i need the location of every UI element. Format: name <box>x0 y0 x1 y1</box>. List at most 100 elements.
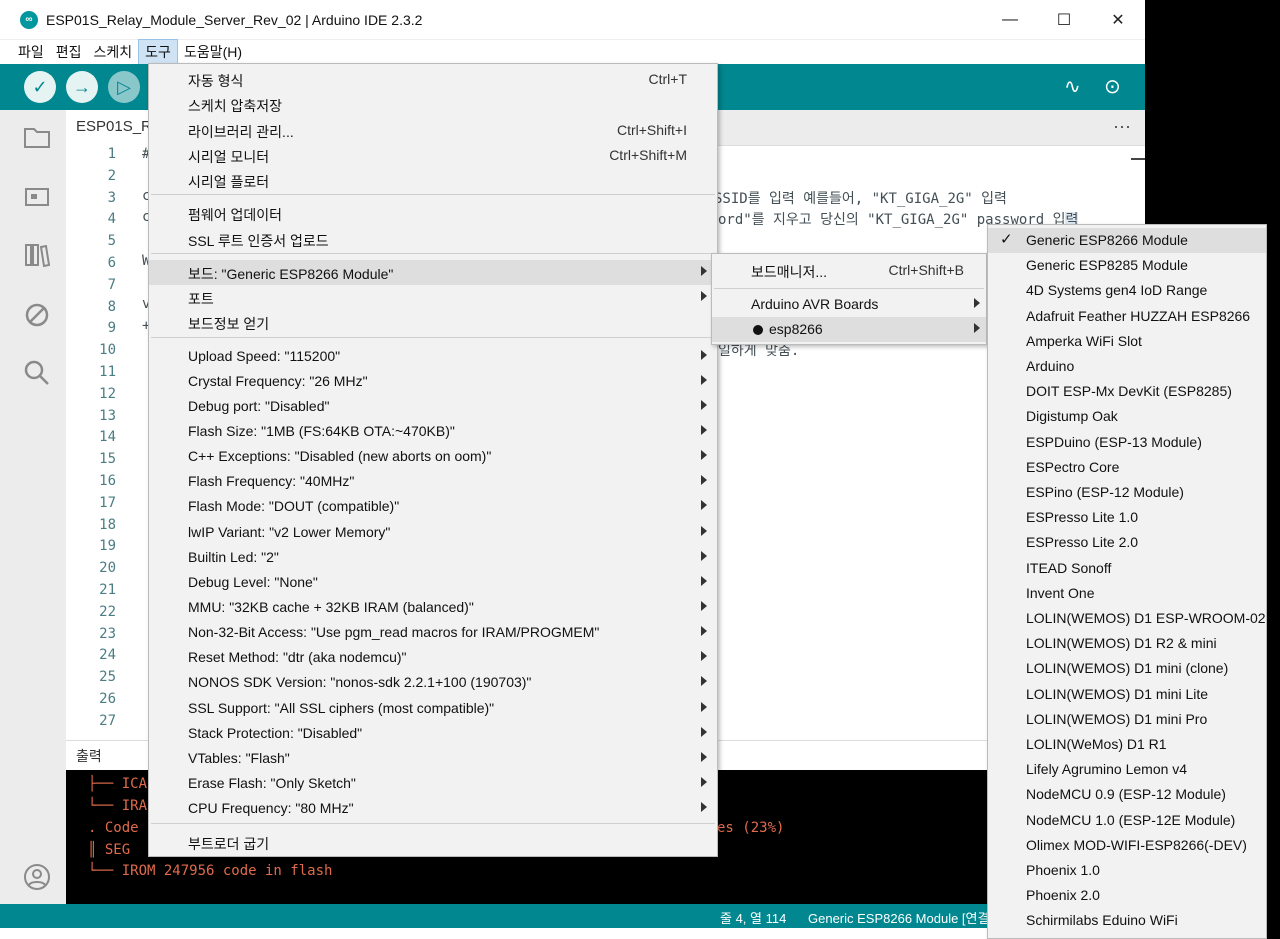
board-option[interactable]: ESPresso Lite 2.0 <box>988 530 1266 555</box>
board-option-label: ESPino (ESP-12 Module) <box>1026 484 1184 500</box>
menu-item-cpp-exceptions[interactable]: C++ Exceptions: "Disabled (new aborts on… <box>149 444 717 469</box>
board-manager-icon[interactable] <box>22 182 52 212</box>
menu-item-reset-method[interactable]: Reset Method: "dtr (aka nodemcu)" <box>149 645 717 670</box>
board-option-label: 4D Systems gen4 IoD Range <box>1026 282 1208 299</box>
board-option[interactable]: Olimex MOD-WIFI-ESP8266(-DEV) <box>988 833 1266 858</box>
board-option[interactable]: LOLIN(WeMos) D1 R1 <box>988 732 1266 757</box>
board-option[interactable]: Phoenix 1.0 <box>988 858 1266 883</box>
board-option[interactable]: LOLIN(WEMOS) D1 mini Lite <box>988 682 1266 707</box>
selected-dot-icon <box>753 325 763 335</box>
menu-tools[interactable]: 도구 <box>138 39 178 65</box>
board-option-label: Arduino <box>1026 358 1075 374</box>
serial-monitor-button[interactable]: ⊙ <box>1104 74 1121 99</box>
menu-item-auto-format[interactable]: 자동 형식 Ctrl+T <box>149 67 717 92</box>
file-tab[interactable]: ESP01S_R <box>66 110 156 146</box>
board-option[interactable]: ✓ Generic ESP8266 Module <box>988 228 1266 253</box>
board-option[interactable]: LOLIN(WEMOS) D1 ESP-WROOM-02 <box>988 606 1266 631</box>
menu-item-lwip-variant[interactable]: lwIP Variant: "v2 Lower Memory" <box>149 520 717 545</box>
menu-item-stack-protection[interactable]: Stack Protection: "Disabled" <box>149 721 717 746</box>
board-option[interactable]: NodeMCU 0.9 (ESP-12 Module) <box>988 782 1266 807</box>
board-option[interactable]: Schirmilabs Eduino WiFi <box>988 908 1266 933</box>
board-option[interactable]: DOIT ESP-Mx DevKit (ESP8285) <box>988 379 1266 404</box>
folder-icon[interactable] <box>22 122 52 152</box>
menu-item-flash-size[interactable]: Flash Size: "1MB (FS:64KB OTA:~470KB)" <box>149 419 717 444</box>
board-option[interactable]: Generic ESP8285 Module <box>988 253 1266 278</box>
maximize-button[interactable]: ☐ <box>1037 0 1091 40</box>
arduino-avr-boards-menu-item[interactable]: Arduino AVR Boards <box>712 292 986 317</box>
board-option[interactable]: Invent One <box>988 581 1266 606</box>
menu-item-nonos-sdk-version[interactable]: NONOS SDK Version: "nonos-sdk 2.2.1+100 … <box>149 670 717 695</box>
board-option[interactable]: Phoenix 2.0 <box>988 883 1266 908</box>
board-option[interactable]: LOLIN(WEMOS) D1 mini Pro <box>988 707 1266 732</box>
menu-item-vtables[interactable]: VTables: "Flash" <box>149 746 717 771</box>
board-manager-menu-item[interactable]: 보드매니저... Ctrl+Shift+B <box>712 258 986 283</box>
menu-item-get-board-info[interactable]: 보드정보 얻기 <box>149 310 717 335</box>
menu-item-erase-flash[interactable]: Erase Flash: "Only Sketch" <box>149 771 717 796</box>
menu-item-board[interactable]: 보드: "Generic ESP8266 Module" <box>149 260 717 285</box>
chevron-right-icon <box>701 475 707 485</box>
menu-item-serial-monitor[interactable]: 시리얼 모니터 Ctrl+Shift+M <box>149 143 717 168</box>
menu-sketch[interactable]: 스케치 <box>88 40 139 64</box>
menu-item-debug-level[interactable]: Debug Level: "None" <box>149 570 717 595</box>
serial-plotter-button[interactable]: ∿ <box>1064 74 1081 99</box>
board-option[interactable]: Amperka WiFi Slot <box>988 329 1266 354</box>
account-icon[interactable] <box>22 862 52 892</box>
menu-item-ssl-cert-upload[interactable]: SSL 루트 인증서 업로드 <box>149 227 717 252</box>
verify-button[interactable]: ✓ <box>24 71 56 103</box>
menu-help[interactable]: 도움말(H) <box>178 40 248 64</box>
library-manager-icon[interactable] <box>22 240 52 270</box>
debug-disabled-icon[interactable] <box>22 300 52 330</box>
menu-edit[interactable]: 편집 <box>50 40 88 64</box>
board-option[interactable]: LOLIN(WEMOS) D1 mini (clone) <box>988 656 1266 681</box>
menu-separator <box>151 253 715 254</box>
menu-item-flash-mode[interactable]: Flash Mode: "DOUT (compatible)" <box>149 494 717 519</box>
board-option-label: LOLIN(WEMOS) D1 ESP-WROOM-02 <box>1026 610 1266 626</box>
board-option[interactable]: ITEAD Sonoff <box>988 556 1266 581</box>
menu-item-cpu-frequency[interactable]: CPU Frequency: "80 MHz" <box>149 796 717 821</box>
board-option[interactable]: Lifely Agrumino Lemon v4 <box>988 757 1266 782</box>
board-option-label: Lifely Agrumino Lemon v4 <box>1026 761 1188 778</box>
window-title: ESP01S_Relay_Module_Server_Rev_02 | Ardu… <box>46 11 423 28</box>
board-option[interactable]: 4D Systems gen4 IoD Range <box>988 278 1266 303</box>
close-button[interactable]: ✕ <box>1091 0 1145 40</box>
menu-item-debug-port[interactable]: Debug port: "Disabled" <box>149 394 717 419</box>
menu-item-label: 자동 형식 <box>188 73 244 89</box>
menu-item-manage-libraries[interactable]: 라이브러리 관리... Ctrl+Shift+I <box>149 118 717 143</box>
board-option[interactable]: Adafruit Feather HUZZAH ESP8266 <box>988 304 1266 329</box>
upload-button[interactable]: → <box>66 71 98 103</box>
board-option[interactable]: Arduino <box>988 354 1266 379</box>
arduino-logo-icon: ∞ <box>20 10 38 29</box>
code-line-3-comment: SSID를 입력 예를들어, "KT_GIGA_2G" 입력 <box>714 191 1007 207</box>
board-option[interactable]: ESPectro Core <box>988 455 1266 480</box>
menu-item-non-32-bit-access[interactable]: Non-32-Bit Access: "Use pgm_read macros … <box>149 620 717 645</box>
board-option[interactable]: ESPino (ESP-12 Module) <box>988 480 1266 505</box>
board-submenu: 보드매니저... Ctrl+Shift+B Arduino AVR Boards… <box>711 253 987 345</box>
menu-file[interactable]: 파일 <box>12 40 50 64</box>
menu-item-archive-sketch[interactable]: 스케치 압축저장 <box>149 92 717 117</box>
menu-item-firmware-updater[interactable]: 펌웨어 업데이터 <box>149 201 717 226</box>
menu-item-crystal-frequency[interactable]: Crystal Frequency: "26 MHz" <box>149 369 717 394</box>
board-option[interactable]: Digistump Oak <box>988 404 1266 429</box>
menu-item-serial-plotter[interactable]: 시리얼 플로터 <box>149 168 717 193</box>
line-number: 10 <box>99 342 116 359</box>
debug-button[interactable]: ▷ <box>108 71 140 103</box>
menu-item-burn-bootloader[interactable]: 부트로더 굽기 <box>149 830 717 855</box>
status-board[interactable]: Generic ESP8266 Module [연결 <box>808 908 989 927</box>
board-option[interactable]: LOLIN(WEMOS) D1 R2 & mini <box>988 631 1266 656</box>
menu-item-ssl-support[interactable]: SSL Support: "All SSL ciphers (most comp… <box>149 696 717 721</box>
search-icon[interactable] <box>22 358 52 388</box>
menu-item-mmu[interactable]: MMU: "32KB cache + 32KB IRAM (balanced)" <box>149 595 717 620</box>
minimize-button[interactable]: — <box>983 0 1037 40</box>
board-option[interactable]: ESPresso Lite 1.0 <box>988 505 1266 530</box>
menu-item-port[interactable]: 포트 <box>149 285 717 310</box>
more-icon[interactable]: ··· <box>1113 116 1131 137</box>
menu-item-upload-speed[interactable]: Upload Speed: "115200" <box>149 344 717 369</box>
chevron-right-icon <box>701 676 707 686</box>
editor-scrollbar[interactable] <box>1131 158 1145 166</box>
board-option[interactable]: NodeMCU 1.0 (ESP-12E Module) <box>988 808 1266 833</box>
board-option-label: Digistump Oak <box>1026 408 1118 425</box>
board-option[interactable]: ESPDuino (ESP-13 Module) <box>988 430 1266 455</box>
esp8266-menu-item[interactable]: esp8266 <box>712 317 986 342</box>
menu-item-flash-frequency[interactable]: Flash Frequency: "40MHz" <box>149 469 717 494</box>
menu-item-builtin-led[interactable]: Builtin Led: "2" <box>149 545 717 570</box>
